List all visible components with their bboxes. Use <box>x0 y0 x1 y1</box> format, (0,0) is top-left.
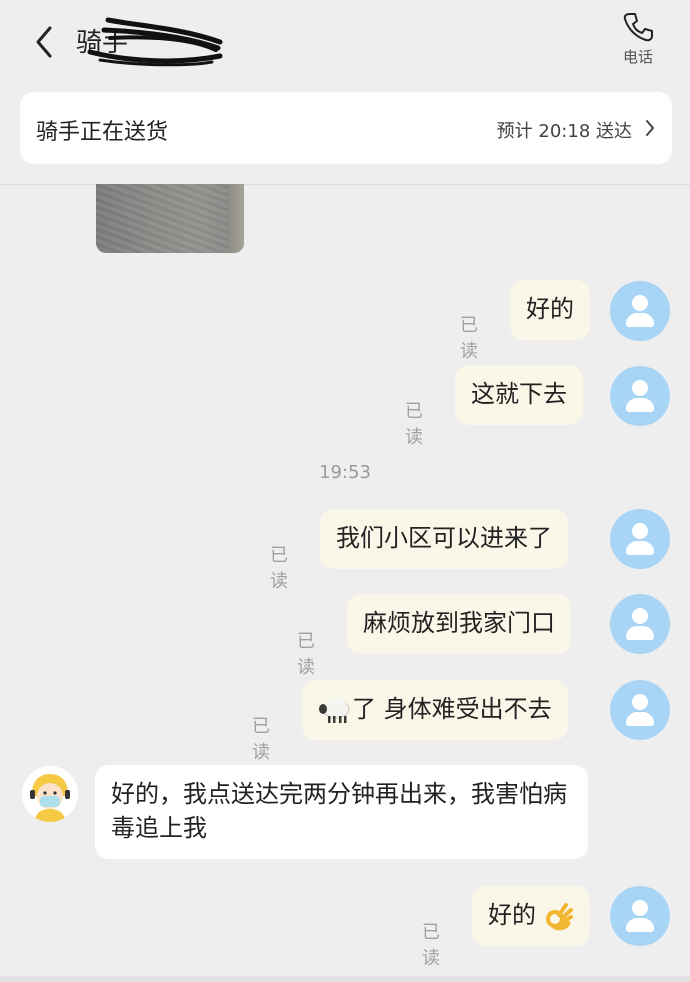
back-chevron-icon[interactable] <box>28 22 64 62</box>
read-receipt: 已读 <box>405 401 423 448</box>
user-avatar-icon[interactable] <box>610 509 670 569</box>
read-receipt: 已读 <box>297 631 315 678</box>
chevron-right-icon <box>646 120 654 136</box>
timestamp: 19:53 <box>319 462 371 483</box>
message-bubble[interactable]: 好的 <box>472 886 590 946</box>
message-text: 了 身体难受出不去 <box>352 695 552 723</box>
message-bubble[interactable]: 麻烦放到我家门口 <box>347 594 571 654</box>
ok-hand-emoji-icon <box>545 903 573 931</box>
message-bubble[interactable]: 好的，我点送达完两分钟再出来，我害怕病毒追上我 <box>95 765 588 859</box>
phone-label: 电话 <box>622 48 653 66</box>
read-receipt: 已读 <box>422 922 440 969</box>
eta-text: 预计 20:18 送达 <box>496 121 632 142</box>
user-avatar-icon[interactable] <box>610 594 670 654</box>
photo-message[interactable] <box>96 184 244 253</box>
read-receipt: 已读 <box>252 716 270 763</box>
message-bubble[interactable]: 这就下去 <box>455 365 583 425</box>
message-text: 好的 <box>488 901 536 929</box>
rider-avatar-icon[interactable] <box>22 766 78 822</box>
user-avatar-icon[interactable] <box>610 886 670 946</box>
message-bubble[interactable]: 了 身体难受出不去 <box>302 680 568 740</box>
delivery-status-card[interactable]: 骑手正在送货 预计 20:18 送达 <box>20 92 672 164</box>
user-avatar-icon[interactable] <box>610 281 670 341</box>
message-bubble[interactable]: 好的 <box>510 280 590 340</box>
bottom-bar <box>0 976 690 982</box>
sheep-emoji-icon <box>319 697 350 723</box>
redaction-scribble <box>87 17 223 67</box>
delivery-status-text: 骑手正在送货 <box>36 120 169 145</box>
chat-header: 骑手 电话 <box>0 0 690 86</box>
read-receipt: 已读 <box>460 315 478 362</box>
read-receipt: 已读 <box>270 545 288 592</box>
user-avatar-icon[interactable] <box>610 366 670 426</box>
message-bubble[interactable]: 我们小区可以进来了 <box>320 509 568 569</box>
user-avatar-icon[interactable] <box>610 680 670 740</box>
phone-button[interactable]: 电话 <box>614 10 662 72</box>
phone-icon <box>623 13 653 42</box>
